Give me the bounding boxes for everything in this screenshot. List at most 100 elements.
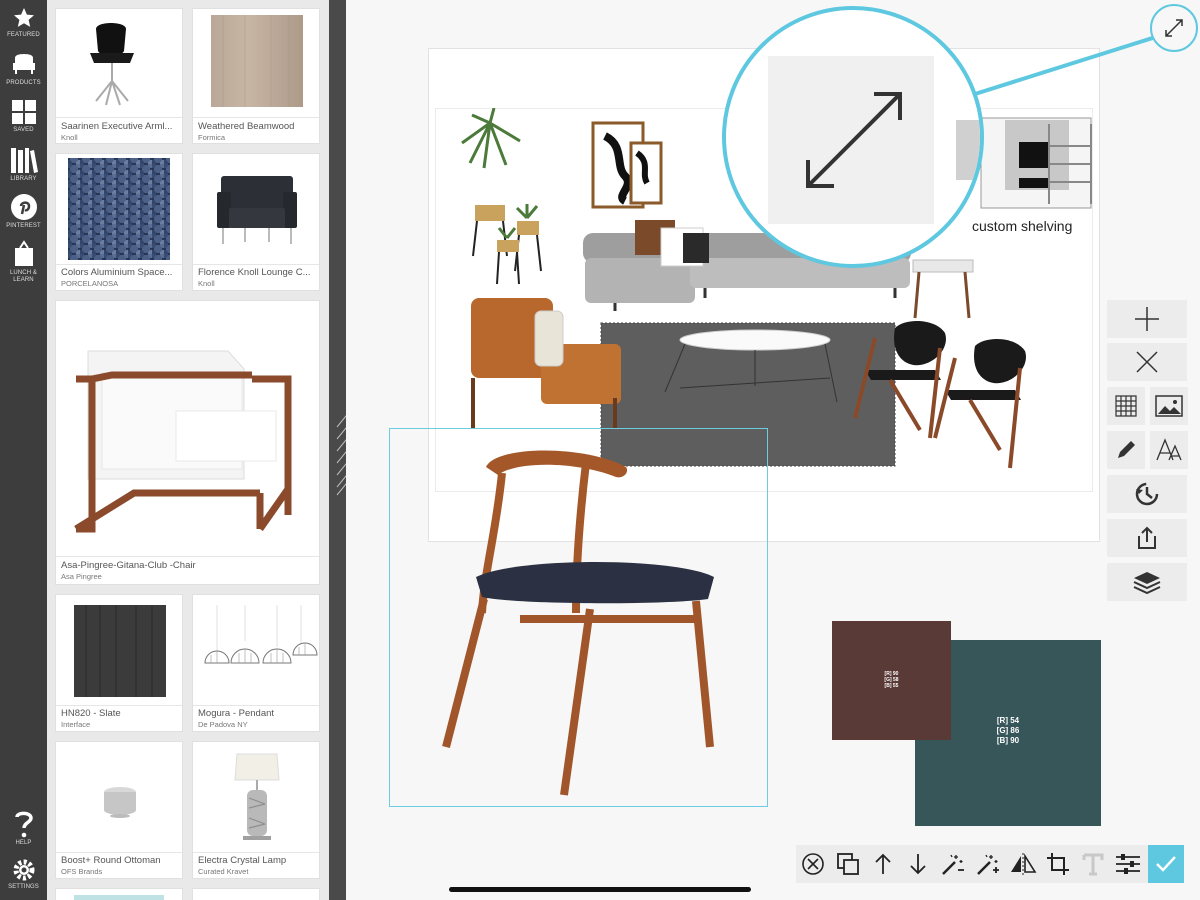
- nav-saved[interactable]: SAVED: [0, 99, 47, 134]
- text-size-icon: [1156, 438, 1182, 461]
- product-card-aluminium-space[interactable]: Colors Aluminium Space... PORCELANOSA: [55, 153, 183, 291]
- dining-chair-item: [442, 450, 714, 796]
- nav-pinterest[interactable]: PINTEREST: [0, 193, 47, 230]
- edit-toolbar: [796, 845, 1184, 883]
- nav-featured[interactable]: FEATURED: [0, 6, 47, 39]
- share-icon: [1138, 526, 1156, 549]
- magic-wand-minus-button[interactable]: [936, 845, 970, 883]
- product-card-hn820-slate[interactable]: HN820 - Slate Interface: [55, 594, 183, 732]
- product-card-florence-knoll[interactable]: Florence Knoll Lounge C... Knoll: [192, 153, 320, 291]
- layers-icon: [1133, 572, 1161, 594]
- books-icon: [10, 148, 38, 173]
- pencil-icon: [1118, 441, 1135, 458]
- product-card-electra-lamp[interactable]: Electra Crystal Lamp Curated Kravet: [192, 741, 320, 879]
- selected-item-bounds[interactable]: [389, 428, 768, 807]
- wall-art-item: [591, 121, 663, 209]
- product-name: HN820 - Slate: [61, 708, 121, 719]
- nav-settings-label: SETTINGS: [8, 884, 39, 890]
- swatch-b-value: [B] 55: [884, 683, 899, 689]
- product-name: Florence Knoll Lounge C...: [198, 267, 311, 278]
- product-thumb: [193, 154, 319, 264]
- product-thumb: [193, 742, 319, 852]
- magic-wand-minus-icon: [942, 854, 964, 875]
- bring-forward-button[interactable]: [866, 845, 900, 883]
- board-caption: custom shelving: [972, 218, 1073, 234]
- product-brand: PORCELANOSA: [61, 279, 119, 288]
- chair-icon: [12, 53, 35, 74]
- image-button[interactable]: [1150, 387, 1188, 425]
- product-card-saarinen[interactable]: Saarinen Executive Arml... Knoll: [55, 8, 183, 144]
- product-brand: Formica: [198, 133, 226, 142]
- nav-help[interactable]: HELP: [0, 808, 47, 847]
- deselect-button[interactable]: [796, 845, 830, 883]
- bring-forward-icon: [875, 853, 891, 874]
- product-card-mogura-pendant[interactable]: Mogura - Pendant De Padova NY: [192, 594, 320, 732]
- product-thumb: [56, 154, 182, 264]
- product-card-asa-pingree[interactable]: Asa-Pingree-Gitana-Club -Chair Asa Pingr…: [55, 300, 320, 585]
- gear-icon: [13, 859, 34, 881]
- duplicate-icon: [837, 853, 859, 875]
- product-thumb: [193, 595, 319, 705]
- product-brand: Interface: [61, 720, 91, 729]
- crop-button[interactable]: [1041, 845, 1075, 883]
- crop-icon: [1047, 853, 1069, 875]
- zoom-callout: [722, 6, 984, 268]
- star-icon: [13, 8, 34, 27]
- left-nav-rail: FEATURED PRODUCTS SAVED LIBRARY PINTERES…: [0, 0, 47, 900]
- magic-wand-plus-icon: [977, 854, 999, 875]
- product-card-partial[interactable]: [192, 888, 320, 900]
- fullscreen-button[interactable]: [1150, 4, 1198, 52]
- color-swatch-brown[interactable]: [R] 90 [G] 58 [B] 55: [832, 621, 951, 740]
- history-button[interactable]: [1107, 475, 1187, 513]
- share-button[interactable]: [1107, 519, 1187, 557]
- flip-button[interactable]: [1006, 845, 1040, 883]
- product-thumb: [56, 301, 319, 556]
- confirm-icon: [1156, 856, 1176, 872]
- send-backward-button[interactable]: [901, 845, 935, 883]
- nav-featured-label: FEATURED: [7, 32, 40, 38]
- product-panel: Saarinen Executive Arml... Knoll Weather…: [47, 0, 329, 900]
- text-size-button[interactable]: [1150, 431, 1188, 469]
- adjust-button[interactable]: [1111, 845, 1145, 883]
- add-button[interactable]: [1107, 300, 1187, 338]
- product-thumb: [74, 895, 164, 900]
- nav-settings[interactable]: SETTINGS: [0, 858, 47, 891]
- confirm-button[interactable]: [1148, 845, 1184, 883]
- product-brand: De Padova NY: [198, 720, 248, 729]
- nav-products[interactable]: PRODUCTS: [0, 52, 47, 87]
- product-card-partial[interactable]: [55, 888, 183, 900]
- text-button[interactable]: [1076, 845, 1110, 883]
- delete-icon: [1136, 351, 1158, 373]
- grid-icon: [1115, 395, 1137, 417]
- product-card-beamwood[interactable]: Weathered Beamwood Formica: [192, 8, 320, 144]
- pinterest-icon: [10, 194, 37, 220]
- nav-library[interactable]: LIBRARY: [0, 146, 47, 183]
- product-name: Colors Aluminium Space...: [61, 267, 173, 278]
- product-brand: Curated Kravet: [198, 867, 249, 876]
- image-icon: [1155, 395, 1183, 417]
- product-brand: Asa Pingree: [61, 572, 102, 581]
- product-card-boost-ottoman[interactable]: Boost+ Round Ottoman OFS Brands: [55, 741, 183, 879]
- nav-lunch-learn-label: LUNCH &: [9, 270, 38, 276]
- product-name: Electra Crystal Lamp: [198, 855, 287, 866]
- nav-lunch-learn[interactable]: LUNCH & LEARN: [0, 240, 47, 284]
- nav-library-label: LIBRARY: [10, 176, 37, 182]
- custom-shelving-item: [980, 117, 1092, 209]
- easel-icon: [14, 240, 33, 266]
- question-icon: [14, 811, 33, 838]
- product-thumb: [56, 595, 182, 705]
- product-brand: OFS Brands: [61, 867, 103, 876]
- delete-button[interactable]: [1107, 343, 1187, 381]
- product-thumb: [56, 742, 182, 852]
- add-icon: [1135, 307, 1159, 331]
- layers-button[interactable]: [1107, 563, 1187, 601]
- product-name: Saarinen Executive Arml...: [61, 121, 173, 132]
- duplicate-button[interactable]: [831, 845, 865, 883]
- grid-button[interactable]: [1107, 387, 1145, 425]
- magic-wand-plus-button[interactable]: [971, 845, 1005, 883]
- expand-icon: [806, 92, 902, 188]
- expand-icon: [1165, 19, 1183, 37]
- adjust-icon: [1116, 854, 1140, 874]
- send-backward-icon: [910, 854, 926, 875]
- draw-button[interactable]: [1107, 431, 1145, 469]
